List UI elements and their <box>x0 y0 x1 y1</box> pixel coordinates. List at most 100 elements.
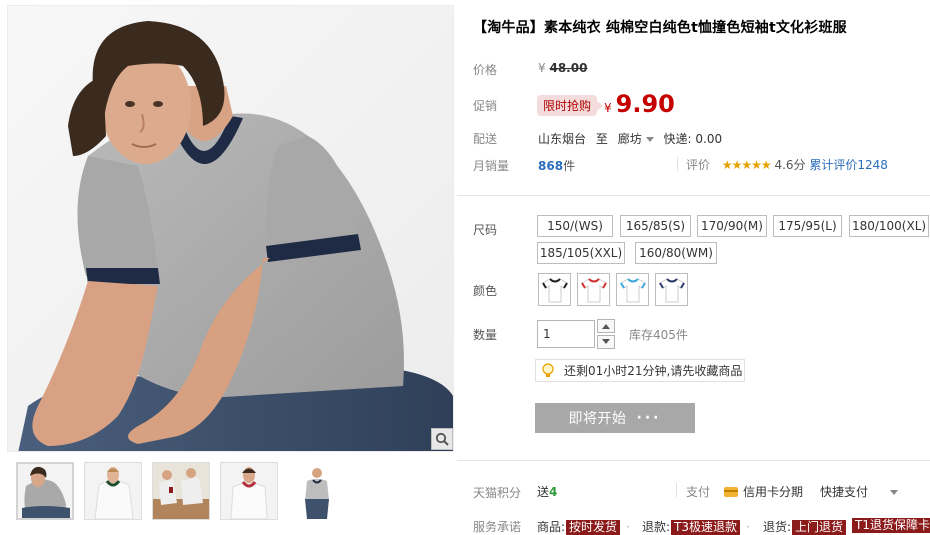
thumb-image-3 <box>153 463 209 519</box>
color-swatch-navy-trim[interactable] <box>655 273 688 306</box>
original-price-value: 48.00 <box>549 61 588 75</box>
thumb-image-1 <box>18 464 72 518</box>
size-option[interactable]: 160/80(WM) <box>635 242 717 264</box>
size-option[interactable]: 180/100(XL) <box>849 215 929 237</box>
thumb-image-4 <box>221 463 277 519</box>
sales-count: 868 <box>538 159 564 173</box>
service-item: 商品: 按时发货 · <box>537 520 630 535</box>
service-badge[interactable]: 上门退货 <box>792 520 847 535</box>
monthly-sales-label: 月销量 <box>473 159 510 173</box>
quantity-increase-button[interactable] <box>597 319 615 333</box>
service-item: 退款: T3极速退款 · <box>642 520 750 535</box>
flash-sale-tag: 限时抢购 <box>537 95 604 116</box>
credit-installment[interactable]: 信用卡分期 <box>724 483 803 500</box>
tmall-points-label: 天猫积分 <box>473 486 522 500</box>
thumbnail-5[interactable] <box>288 462 346 520</box>
size-option[interactable]: 150/(WS) <box>537 215 613 237</box>
tshirt-icon <box>658 277 685 302</box>
zoom-button[interactable] <box>431 428 453 450</box>
service-badge[interactable]: 按时发货 <box>566 520 621 535</box>
thumbnail-4[interactable] <box>220 462 278 520</box>
promo-price-value: 9.90 <box>615 90 675 118</box>
points-value: 4 <box>549 485 558 499</box>
service-item-label: 退货: <box>763 520 792 534</box>
size-option[interactable]: 185/105(XXL) <box>537 242 625 264</box>
color-swatch-black-trim[interactable] <box>538 273 571 306</box>
service-item-label: 商品: <box>537 520 566 534</box>
quantity-input[interactable] <box>537 320 595 348</box>
countdown-text: 还剩01小时21分钟,请先收藏商品 <box>564 364 743 378</box>
section-divider <box>457 195 930 196</box>
monthly-sales: 868件 <box>538 157 575 174</box>
total-reviews-link[interactable]: 累计评价1248 <box>809 158 888 172</box>
points-prefix: 送 <box>537 485 550 499</box>
service-label: 服务承诺 <box>473 520 522 534</box>
service-badge[interactable]: T1退货保障卡 <box>852 518 930 533</box>
ship-to-word: 至 <box>595 132 608 146</box>
magnifier-icon <box>435 432 449 446</box>
service-badge[interactable]: T3极速退款 <box>671 520 741 535</box>
tshirt-icon <box>580 277 607 302</box>
size-label: 尺码 <box>473 223 498 237</box>
chevron-down-icon[interactable] <box>645 137 654 142</box>
rating: 评价 ★★★★★ 4.6分 累计评价1248 <box>686 156 888 173</box>
original-price: ¥ 48.00 <box>538 61 587 75</box>
thumbnail-strip <box>16 462 346 522</box>
size-option[interactable]: 170/90(M) <box>697 215 767 237</box>
chevron-down-icon <box>602 339 610 344</box>
payment-label: 支付 <box>686 485 711 499</box>
coming-soon-button[interactable]: 即将开始 ··· <box>535 403 695 433</box>
tshirt-icon <box>619 277 646 302</box>
lightbulb-icon <box>542 362 554 377</box>
quick-pay-label: 快捷支付 <box>820 485 869 499</box>
thumbnail-indicator <box>40 462 52 463</box>
buy-button-label: 即将开始 <box>568 411 627 427</box>
section-divider <box>457 460 930 461</box>
tmall-points: 送4 <box>537 483 557 500</box>
promo-label: 促销 <box>473 99 498 113</box>
credit-card-icon <box>724 486 738 497</box>
star-rating-icon: ★★★★★ <box>721 158 772 172</box>
currency-symbol: ¥ <box>538 61 546 75</box>
color-swatch-blue-trim[interactable] <box>616 273 649 306</box>
quantity-decrease-button[interactable] <box>597 335 615 349</box>
price-label: 价格 <box>473 63 498 77</box>
service-item: T1退货保障卡 <box>851 518 930 533</box>
ship-to-select[interactable]: 廊坊 <box>618 132 642 146</box>
thumb-image-2 <box>85 463 141 519</box>
quick-pay-dropdown[interactable]: 快捷支付 <box>820 483 899 500</box>
product-title: 【淘牛品】素本纯衣 纯棉空白纯色t恤撞色短袖t文化衫班服 <box>473 20 847 36</box>
express-fee: 快递: 0.00 <box>663 132 723 146</box>
color-swatch-red-trim[interactable] <box>577 273 610 306</box>
color-label: 颜色 <box>473 284 498 298</box>
credit-installment-label: 信用卡分期 <box>743 485 804 499</box>
thumbnail-1[interactable] <box>16 462 74 520</box>
stock-count: 库存405件 <box>629 328 688 342</box>
chevron-up-icon <box>602 324 610 329</box>
buy-button-dots: ··· <box>636 410 662 426</box>
sales-unit: 件 <box>563 159 576 173</box>
delivery-label: 配送 <box>473 132 498 146</box>
rating-score: 4.6分 <box>774 158 806 172</box>
quantity-label: 数量 <box>473 328 498 342</box>
thumb-image-5 <box>289 463 345 519</box>
tshirt-icon <box>541 277 568 302</box>
size-option[interactable]: 165/85(S) <box>620 215 691 237</box>
promo-currency: ¥ <box>604 101 612 115</box>
product-detail-page: 【淘牛品】素本纯衣 纯棉空白纯色t恤撞色短袖t文化衫班服 价格 ¥ 48.00 … <box>0 0 930 535</box>
divider <box>676 483 677 497</box>
divider <box>677 157 678 171</box>
delivery-info: 山东烟台 至 廊坊 快递: 0.00 <box>538 130 722 147</box>
service-item-label: 退款: <box>642 520 671 534</box>
chevron-down-icon <box>890 490 899 495</box>
thumbnail-2[interactable] <box>84 462 142 520</box>
promo-price: ¥9.90 <box>604 90 675 118</box>
ship-from: 山东烟台 <box>538 132 587 146</box>
service-item: 退货:上门退货· <box>763 518 862 535</box>
model-photo <box>8 6 453 451</box>
rating-label: 评价 <box>686 158 711 172</box>
main-product-image[interactable] <box>7 5 454 452</box>
countdown-notice: 还剩01小时21分钟,请先收藏商品 <box>535 359 745 382</box>
thumbnail-3[interactable] <box>152 462 210 520</box>
size-option[interactable]: 175/95(L) <box>773 215 842 237</box>
